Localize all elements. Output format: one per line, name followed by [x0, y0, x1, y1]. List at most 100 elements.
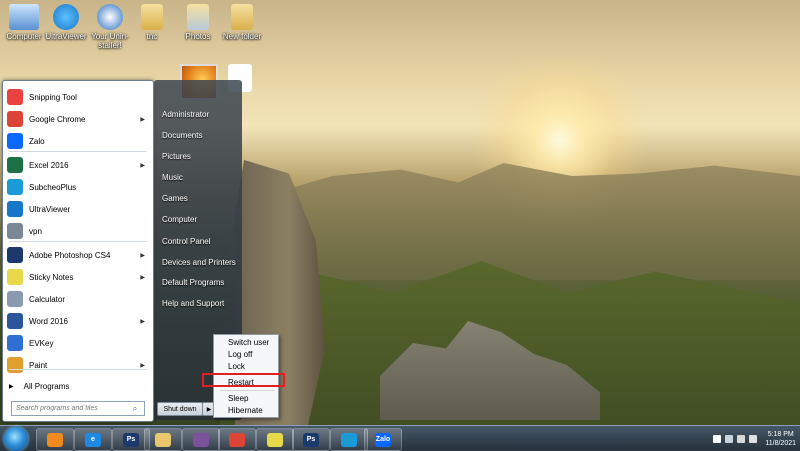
start-menu-item[interactable]: Adobe Photoshop CS4 ▶ — [7, 245, 149, 265]
desktop-icon-uninstaller[interactable]: Your Unin-staller! — [88, 4, 132, 50]
divider — [9, 151, 147, 152]
submenu-arrow-icon[interactable]: ▶ — [140, 162, 145, 169]
start-menu-link-pictures[interactable]: Pictures — [162, 149, 242, 163]
desktop-icon-label: Photos — [185, 32, 211, 41]
battery-icon[interactable] — [737, 435, 746, 443]
chrome-icon — [229, 432, 245, 447]
shut-down-button[interactable]: Shut down — [157, 402, 203, 416]
start-menu-item[interactable]: Snipping Tool — [7, 87, 149, 107]
all-programs-button[interactable]: ▶ All Programs — [9, 379, 149, 393]
start-menu-item-label: Sticky Notes — [29, 272, 74, 282]
start-menu-link-administrator[interactable]: Administrator — [162, 107, 242, 121]
sticky-notes-icon — [267, 432, 283, 447]
divider — [9, 241, 147, 242]
start-menu-item[interactable]: Excel 2016 ▶ — [7, 155, 149, 175]
start-menu-item[interactable]: Word 2016 ▶ — [7, 311, 149, 331]
desktop-icon-label: UltraViewer — [45, 32, 87, 41]
volume-icon[interactable] — [749, 435, 758, 443]
internet-explorer-icon: e — [85, 432, 101, 447]
start-search-box[interactable]: ⌕ — [11, 401, 145, 416]
start-menu-item-label: Excel 2016 — [29, 160, 69, 170]
divider — [220, 390, 274, 391]
start-menu-item[interactable]: UltraViewer — [7, 199, 149, 219]
start-menu-link-default-programs[interactable]: Default Programs — [162, 275, 242, 289]
start-menu-item-label: Calculator — [29, 294, 66, 304]
start-menu-link-help-and-support[interactable]: Help and Support — [162, 296, 242, 310]
taskbar-button[interactable]: e — [74, 428, 112, 451]
divider — [9, 369, 147, 370]
photoshop-icon: Ps — [123, 432, 139, 447]
network-icon[interactable] — [725, 435, 734, 443]
start-menu-link-documents[interactable]: Documents — [162, 128, 242, 142]
restart-highlight-box — [202, 373, 285, 387]
start-menu-item[interactable]: Google Chrome ▶ — [7, 109, 149, 129]
power-option-switch-user[interactable]: Switch user — [228, 338, 269, 347]
start-button[interactable] — [4, 427, 28, 451]
submenu-arrow-icon[interactable]: ▶ — [140, 116, 145, 123]
start-menu-item[interactable]: SubcheoPlus — [7, 177, 149, 197]
desktop-icon-label: Computer — [6, 32, 42, 41]
clock[interactable]: 5:18 PM 11/8/2021 — [765, 430, 796, 448]
taskbar-button[interactable] — [330, 428, 368, 451]
power-option-hibernate[interactable]: Hibernate — [228, 406, 263, 415]
uninstaller-icon — [97, 4, 123, 30]
start-menu-item-label: SubcheoPlus — [29, 182, 77, 192]
start-menu-item-label: Google Chrome — [29, 114, 86, 124]
power-option-log-off[interactable]: Log off — [228, 350, 252, 359]
start-menu-item[interactable]: Zalo — [7, 131, 149, 151]
ultraviewer-icon — [53, 4, 79, 30]
start-menu-link-computer[interactable]: Computer — [162, 212, 242, 226]
folder-icon — [141, 4, 163, 30]
folder-photos-icon — [187, 4, 209, 30]
start-menu-link-devices-and-printers[interactable]: Devices and Printers — [162, 255, 242, 269]
search-icon[interactable]: ⌕ — [128, 404, 142, 414]
system-tray: 5:18 PM 11/8/2021 — [711, 428, 796, 450]
start-menu-item[interactable]: vpn — [7, 221, 149, 241]
desktop-icon-computer[interactable]: Computer — [2, 4, 46, 41]
submenu-arrow-icon[interactable]: ▶ — [140, 252, 145, 259]
desktop-icon-ultraviewer[interactable]: UltraViewer — [44, 4, 88, 41]
start-menu-item[interactable]: Calculator — [7, 289, 149, 309]
taskbar-button[interactable] — [182, 428, 220, 451]
vpn-icon — [7, 223, 23, 239]
media-player-icon — [47, 432, 63, 447]
start-menu-link-control-panel[interactable]: Control Panel — [162, 234, 242, 248]
submenu-arrow-icon[interactable]: ▶ — [140, 362, 145, 369]
desktop-icon-label: New folder — [222, 32, 262, 41]
excel-icon — [7, 157, 23, 173]
search-input[interactable] — [12, 405, 128, 412]
taskbar-button[interactable] — [144, 428, 182, 451]
submenu-arrow-icon[interactable]: ▶ — [140, 274, 145, 281]
flag-icon[interactable] — [713, 435, 722, 443]
submenu-arrow-icon[interactable]: ▶ — [140, 318, 145, 325]
start-menu-item[interactable]: Sticky Notes ▶ — [7, 267, 149, 287]
power-option-lock[interactable]: Lock — [228, 362, 245, 371]
word-icon — [7, 313, 23, 329]
folder-icon — [231, 4, 253, 30]
start-menu-item[interactable]: EVKey — [7, 333, 149, 353]
all-programs-label: All Programs — [23, 381, 70, 391]
taskbar-button[interactable] — [256, 428, 294, 451]
photoshop-icon-2: Ps — [303, 432, 319, 447]
ultraviewer-icon — [7, 201, 23, 217]
start-menu-item[interactable]: Paint ▶ — [7, 355, 149, 375]
start-menu-link-music[interactable]: Music — [162, 170, 242, 184]
start-menu-programs-pane: Snipping Tool Google Chrome ▶ Zalo Excel 201… — [2, 80, 154, 422]
desktop-icon-photos[interactable]: Photos — [176, 4, 220, 41]
power-option-sleep[interactable]: Sleep — [228, 394, 248, 403]
file-explorer-icon — [155, 432, 171, 447]
zalo-icon: Zalo — [375, 432, 391, 447]
start-menu-link-games[interactable]: Games — [162, 191, 242, 205]
taskbar-button[interactable]: Zalo — [364, 428, 402, 451]
taskbar-button[interactable]: Ps — [292, 428, 330, 451]
viber-icon — [193, 432, 209, 447]
chrome-icon — [7, 111, 23, 127]
taskbar: e Ps Ps Zalo 5:18 PM 11/8/2021 — [0, 425, 800, 451]
desktop-icon-label: Your Unin-staller! — [91, 32, 129, 50]
taskbar-button[interactable] — [218, 428, 256, 451]
desktop-icon-label: tnc — [146, 32, 158, 41]
start-menu-item-label: vpn — [29, 226, 42, 236]
desktop-icon-new-folder[interactable]: New folder — [220, 4, 264, 41]
taskbar-button[interactable] — [36, 428, 74, 451]
desktop-icon-tnc[interactable]: tnc — [130, 4, 174, 41]
